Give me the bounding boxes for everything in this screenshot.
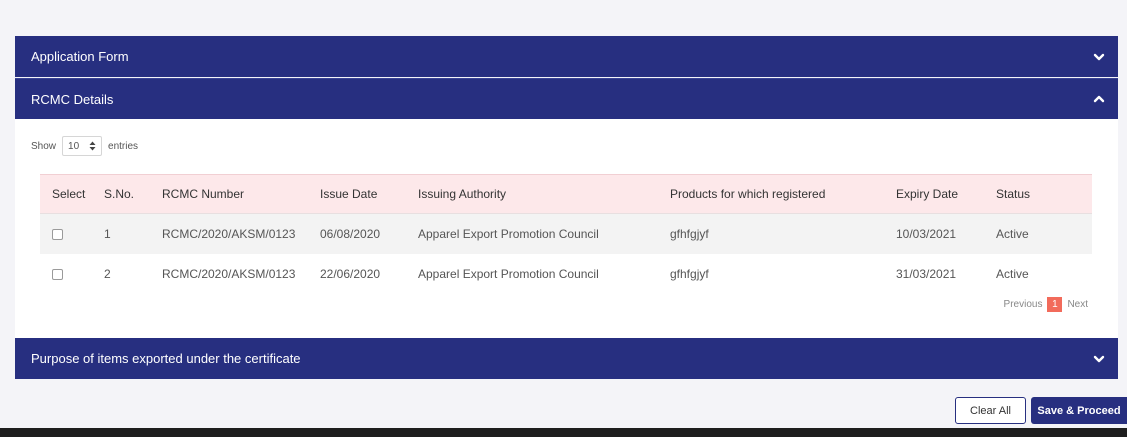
clear-all-button[interactable]: Clear All: [955, 397, 1026, 424]
save-and-proceed-button[interactable]: Save & Proceed: [1031, 397, 1127, 424]
sort-arrows-icon: [89, 141, 96, 151]
rcmc-details-panel: Show 10 entries Select S.No. RCMC Number…: [15, 119, 1118, 338]
purpose-header[interactable]: Purpose of items exported under the cert…: [15, 338, 1118, 379]
cell-rcmc-number: RCMC/2020/AKSM/0123: [162, 266, 296, 281]
header-rcmc-number[interactable]: RCMC Number: [162, 174, 320, 214]
entries-control: Show 10 entries: [31, 136, 138, 156]
header-sno[interactable]: S.No.: [104, 174, 162, 214]
header-expiry-date[interactable]: Expiry Date: [896, 174, 996, 214]
table-header-row: Select S.No. RCMC Number Issue Date Issu…: [40, 174, 1092, 214]
application-form-header[interactable]: Application Form: [15, 36, 1118, 77]
cell-sno: 1: [104, 226, 111, 241]
chevron-down-icon: [1093, 355, 1105, 362]
show-label: Show: [31, 140, 57, 152]
cell-sno: 2: [104, 266, 111, 281]
purpose-title: Purpose of items exported under the cert…: [31, 351, 301, 366]
pagination-page-1[interactable]: 1: [1047, 297, 1063, 312]
cell-rcmc-number: RCMC/2020/AKSM/0123: [162, 226, 296, 241]
rcmc-details-header[interactable]: RCMC Details: [15, 78, 1118, 119]
entries-select[interactable]: 10: [62, 136, 103, 156]
header-products[interactable]: Products for which registered: [670, 174, 896, 214]
chevron-up-icon: [1093, 95, 1105, 103]
rcmc-details-title: RCMC Details: [31, 91, 114, 107]
cell-expiry-date: 31/03/2021: [896, 266, 957, 281]
header-status[interactable]: Status: [996, 174, 1092, 214]
row-select-cell: [40, 214, 104, 254]
chevron-down-icon: [1093, 53, 1105, 60]
table-row: 2 RCMC/2020/AKSM/0123 22/06/2020 Apparel…: [40, 253, 1092, 294]
cell-expiry-date: 10/03/2021: [896, 226, 957, 241]
entries-select-value: 10: [68, 140, 80, 152]
cell-products: gfhfgjyf: [670, 266, 709, 281]
entries-label: entries: [108, 140, 139, 152]
row-checkbox[interactable]: [52, 268, 63, 280]
table-row: 1 RCMC/2020/AKSM/0123 06/08/2020 Apparel…: [40, 213, 1092, 254]
row-checkbox[interactable]: [52, 229, 63, 241]
cell-status: Active: [996, 266, 1029, 281]
header-issuing-authority[interactable]: Issuing Authority: [418, 174, 670, 214]
rcmc-table: Select S.No. RCMC Number Issue Date Issu…: [40, 174, 1092, 294]
cell-status: Active: [996, 226, 1029, 241]
cell-issuing-authority: Apparel Export Promotion Council: [418, 226, 599, 241]
row-select-cell: [40, 254, 104, 294]
pagination-previous[interactable]: Previous: [1004, 299, 1043, 310]
cell-issuing-authority: Apparel Export Promotion Council: [418, 266, 599, 281]
pagination: Previous 1 Next: [1004, 297, 1088, 312]
bottom-bar: [0, 428, 1127, 437]
cell-issue-date: 22/06/2020: [320, 266, 381, 281]
header-select[interactable]: Select: [40, 174, 104, 214]
cell-products: gfhfgjyf: [670, 226, 709, 241]
application-form-title: Application Form: [31, 49, 129, 64]
header-issue-date[interactable]: Issue Date: [320, 174, 418, 214]
cell-issue-date: 06/08/2020: [320, 226, 381, 241]
pagination-next[interactable]: Next: [1067, 299, 1088, 310]
